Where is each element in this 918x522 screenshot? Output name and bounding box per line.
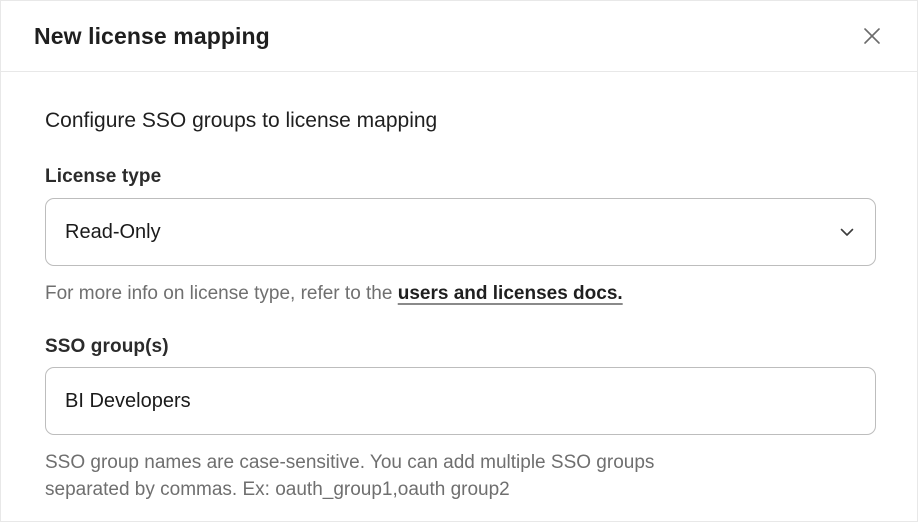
modal-title: New license mapping: [34, 23, 270, 50]
license-type-select[interactable]: Read-Only: [45, 198, 876, 266]
close-icon: [861, 25, 883, 47]
new-license-mapping-modal: New license mapping Configure SSO groups…: [0, 0, 918, 522]
sso-groups-input[interactable]: [45, 367, 876, 435]
modal-subtitle: Configure SSO groups to license mapping: [45, 109, 876, 133]
license-type-label: License type: [45, 166, 876, 188]
sso-groups-helper: SSO group names are case-sensitive. You …: [45, 449, 685, 503]
close-button[interactable]: [857, 21, 887, 51]
users-licenses-docs-link[interactable]: users and licenses docs.: [398, 283, 623, 304]
license-type-selected-value: Read-Only: [65, 221, 161, 244]
sso-groups-label: SSO group(s): [45, 336, 876, 358]
modal-body: Configure SSO groups to license mapping …: [1, 72, 917, 503]
license-type-helper: For more info on license type, refer to …: [45, 280, 876, 307]
license-helper-text: For more info on license type, refer to …: [45, 283, 398, 304]
chevron-down-icon: [840, 228, 854, 237]
modal-header: New license mapping: [1, 1, 917, 72]
